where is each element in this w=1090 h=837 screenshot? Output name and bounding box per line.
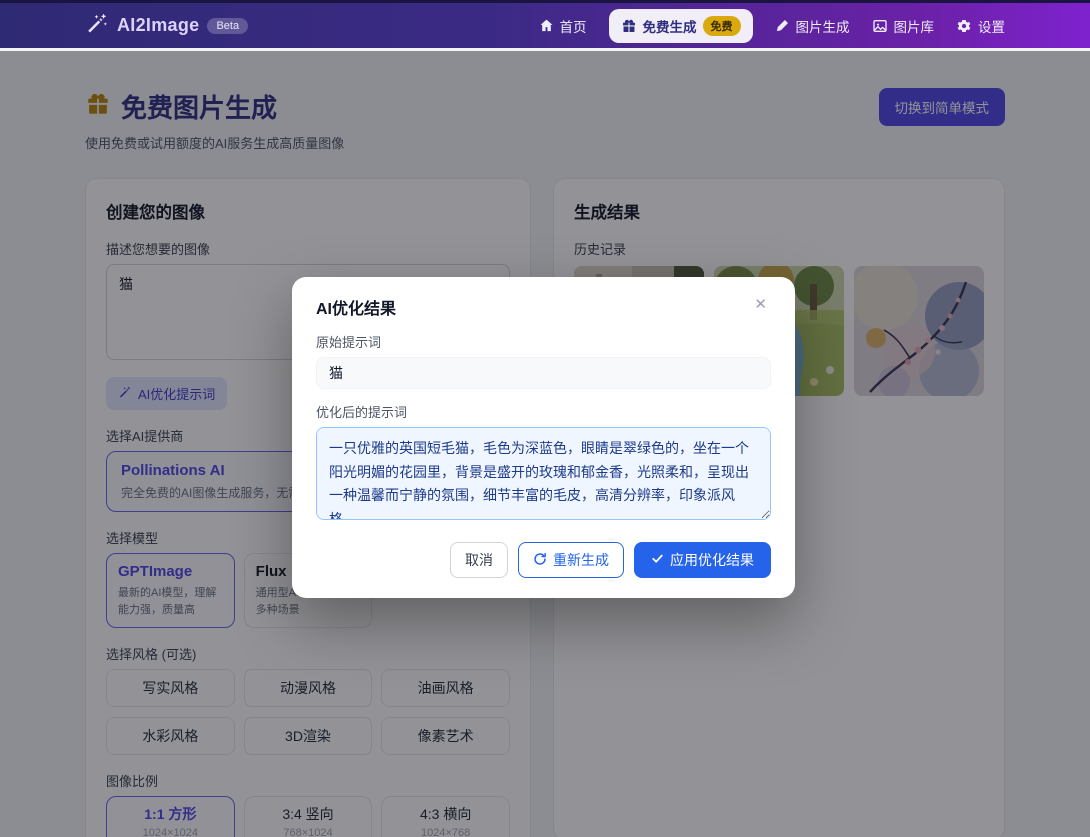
brand[interactable]: AI2Image Beta — [85, 11, 249, 40]
free-badge: 免费 — [702, 15, 741, 36]
nav-item-gallery[interactable]: 图片库 — [872, 16, 934, 36]
brush-icon — [775, 18, 790, 33]
optimize-result-modal: AI优化结果 ✕ 原始提示词 优化后的提示词 一只优雅的英国短毛猫，毛色为深蓝色… — [292, 277, 795, 598]
regenerate-button[interactable]: 重新生成 — [518, 542, 624, 578]
original-prompt-input[interactable] — [316, 357, 771, 389]
magic-wand-icon — [85, 11, 109, 40]
navbar: AI2Image Beta 首页 免费生成 免费 图片生成 图片库 设置 — [0, 0, 1090, 48]
nav-item-settings[interactable]: 设置 — [956, 16, 1005, 36]
nav-item-home[interactable]: 首页 — [539, 16, 587, 36]
cancel-button[interactable]: 取消 — [450, 542, 508, 578]
check-icon — [651, 552, 664, 568]
nav-item-free-generate[interactable]: 免费生成 免费 — [608, 8, 753, 43]
close-icon[interactable]: ✕ — [750, 295, 771, 314]
gift-icon — [621, 18, 637, 34]
optimized-prompt-label: 优化后的提示词 — [316, 405, 408, 420]
brand-name: AI2Image — [117, 15, 200, 35]
apply-result-button[interactable]: 应用优化结果 — [634, 542, 771, 578]
app: AI2Image Beta 首页 免费生成 免费 图片生成 图片库 设置 免费图… — [0, 0, 1090, 837]
nav-item-image-generate[interactable]: 图片生成 — [775, 16, 850, 36]
gallery-icon — [872, 18, 888, 34]
beta-badge: Beta — [207, 17, 249, 34]
home-icon — [539, 18, 554, 33]
modal-title: AI优化结果 — [316, 301, 397, 318]
refresh-icon — [533, 552, 547, 569]
optimized-prompt-textarea[interactable]: 一只优雅的英国短毛猫，毛色为深蓝色，眼睛是翠绿色的，坐在一个阳光明媚的花园里，背… — [316, 427, 771, 520]
original-prompt-label: 原始提示词 — [316, 335, 382, 350]
nav-menu: 首页 免费生成 免费 图片生成 图片库 设置 — [539, 8, 1005, 43]
gear-icon — [956, 18, 972, 34]
